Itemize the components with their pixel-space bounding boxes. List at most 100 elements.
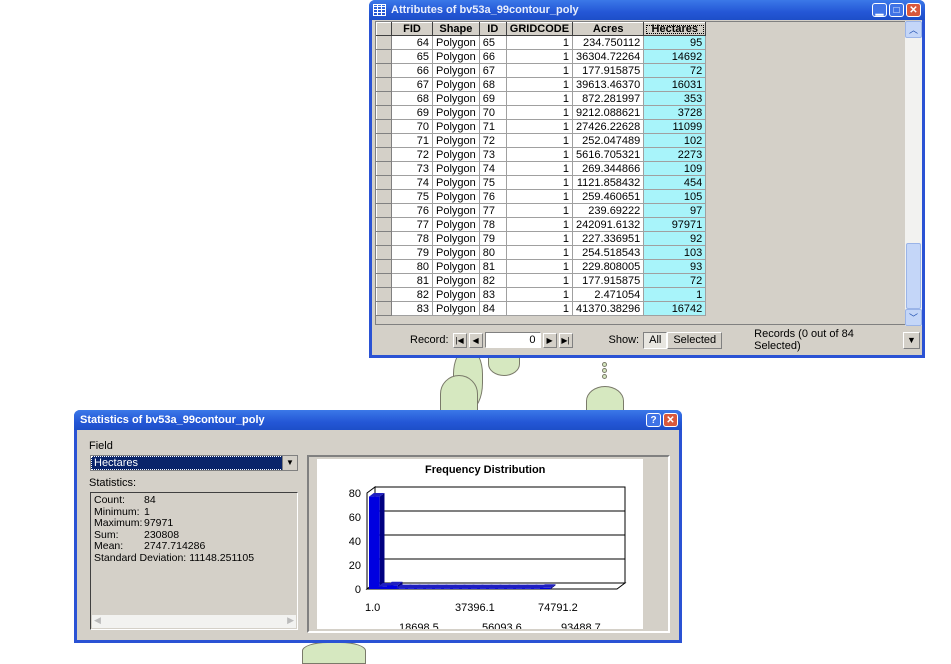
cell-shape[interactable]: Polygon	[432, 147, 480, 162]
table-row[interactable]: 70 Polygon 71 1 27426.22628 11099	[376, 119, 707, 134]
table-row[interactable]: 65 Polygon 66 1 36304.72264 14692	[376, 49, 707, 64]
cell-shape[interactable]: Polygon	[432, 161, 480, 176]
cell-acres[interactable]: 177.915875	[572, 63, 645, 78]
cell-gridcode[interactable]: 1	[505, 175, 574, 190]
cell-acres[interactable]: 41370.38296	[572, 301, 645, 316]
table-row[interactable]: 76 Polygon 77 1 239.69222 97	[376, 203, 707, 218]
statistics-textbox[interactable]: Count: 84 Minimum: 1 Maximum: 97971 Sum: 230808…	[90, 492, 298, 630]
row-selector[interactable]	[376, 189, 392, 204]
cell-id[interactable]: 76	[478, 189, 507, 204]
cell-acres[interactable]: 229.808005	[572, 259, 645, 274]
record-number-input[interactable]: 0	[484, 332, 541, 348]
cell-gridcode[interactable]: 1	[505, 77, 574, 92]
cell-id[interactable]: 79	[478, 231, 507, 246]
cell-shape[interactable]: Polygon	[432, 133, 480, 148]
cell-gridcode[interactable]: 1	[505, 91, 574, 106]
table-row[interactable]: 79 Polygon 80 1 254.518543 103	[376, 245, 707, 260]
cell-hectares[interactable]: 109	[643, 161, 707, 176]
cell-id[interactable]: 74	[478, 161, 507, 176]
cell-fid[interactable]: 74	[391, 175, 433, 190]
table-row[interactable]: 81 Polygon 82 1 177.915875 72	[376, 273, 707, 288]
cell-fid[interactable]: 67	[391, 77, 433, 92]
cell-hectares[interactable]: 16742	[643, 301, 707, 316]
table-row[interactable]: 78 Polygon 79 1 227.336951 92	[376, 231, 707, 246]
cell-shape[interactable]: Polygon	[432, 189, 480, 204]
cell-gridcode[interactable]: 1	[505, 133, 574, 148]
cell-shape[interactable]: Polygon	[432, 105, 480, 120]
cell-shape[interactable]: Polygon	[432, 35, 480, 50]
cell-fid[interactable]: 80	[391, 259, 433, 274]
show-selected-button[interactable]: Selected	[667, 331, 723, 349]
statistics-titlebar[interactable]: Statistics of bv53a_99contour_poly ? ✕	[74, 410, 682, 430]
row-selector[interactable]	[376, 203, 392, 218]
row-selector[interactable]	[376, 77, 392, 92]
table-row[interactable]: 77 Polygon 78 1 242091.6132 97971	[376, 217, 707, 232]
cell-id[interactable]: 80	[478, 245, 507, 260]
cell-shape[interactable]: Polygon	[432, 301, 480, 316]
row-selector[interactable]	[376, 301, 392, 316]
cell-shape[interactable]: Polygon	[432, 119, 480, 134]
cell-fid[interactable]: 75	[391, 189, 433, 204]
first-record-button[interactable]: |◀	[452, 332, 467, 348]
table-row[interactable]: 72 Polygon 73 1 5616.705321 2273	[376, 147, 707, 162]
cell-gridcode[interactable]: 1	[505, 147, 574, 162]
cell-shape[interactable]: Polygon	[432, 91, 480, 106]
field-dropdown[interactable]: Hectares ▼	[90, 455, 298, 471]
table-row[interactable]: 66 Polygon 67 1 177.915875 72	[376, 63, 707, 78]
cell-shape[interactable]: Polygon	[432, 245, 480, 260]
scroll-right-icon[interactable]: ▶	[287, 615, 294, 627]
column-header-shape[interactable]: Shape	[432, 22, 480, 36]
cell-id[interactable]: 75	[478, 175, 507, 190]
column-header-id[interactable]: ID	[478, 22, 507, 36]
cell-gridcode[interactable]: 1	[505, 35, 574, 50]
cell-id[interactable]: 78	[478, 217, 507, 232]
row-selector[interactable]	[376, 245, 392, 260]
table-row[interactable]: 82 Polygon 83 1 2.471054 1	[376, 287, 707, 302]
previous-record-button[interactable]: ◀	[468, 332, 483, 348]
cell-hectares[interactable]: 92	[643, 231, 707, 246]
cell-gridcode[interactable]: 1	[505, 49, 574, 64]
cell-acres[interactable]: 1121.858432	[572, 175, 645, 190]
chevron-down-icon[interactable]: ▼	[282, 456, 297, 470]
cell-gridcode[interactable]: 1	[505, 245, 574, 260]
cell-id[interactable]: 68	[478, 77, 507, 92]
cell-shape[interactable]: Polygon	[432, 231, 480, 246]
cell-acres[interactable]: 227.336951	[572, 231, 645, 246]
cell-hectares[interactable]: 454	[643, 175, 707, 190]
table-row[interactable]: 64 Polygon 65 1 234.750112 95	[376, 35, 707, 50]
cell-hectares[interactable]: 102	[643, 133, 707, 148]
cell-shape[interactable]: Polygon	[432, 203, 480, 218]
minimize-button[interactable]: ▁	[872, 3, 887, 17]
table-row[interactable]: 68 Polygon 69 1 872.281997 353	[376, 91, 707, 106]
column-header-hectares[interactable]: Hectares	[643, 22, 707, 36]
table-row[interactable]: 71 Polygon 72 1 252.047489 102	[376, 133, 707, 148]
cell-gridcode[interactable]: 1	[505, 203, 574, 218]
row-selector[interactable]	[376, 273, 392, 288]
cell-hectares[interactable]: 97971	[643, 217, 707, 232]
cell-acres[interactable]: 36304.72264	[572, 49, 645, 64]
row-selector[interactable]	[376, 119, 392, 134]
scroll-up-button[interactable]: ︿	[905, 21, 922, 38]
vertical-scrollbar[interactable]: ︿ ﹀	[905, 21, 922, 326]
show-all-button[interactable]: All	[643, 331, 668, 349]
cell-fid[interactable]: 76	[391, 203, 433, 218]
cell-fid[interactable]: 82	[391, 287, 433, 302]
row-selector[interactable]	[376, 35, 392, 50]
cell-fid[interactable]: 68	[391, 91, 433, 106]
cell-gridcode[interactable]: 1	[505, 105, 574, 120]
cell-shape[interactable]: Polygon	[432, 259, 480, 274]
cell-hectares[interactable]: 1	[643, 287, 707, 302]
cell-gridcode[interactable]: 1	[505, 259, 574, 274]
column-header-acres[interactable]: Acres	[572, 22, 645, 36]
row-selector[interactable]	[376, 49, 392, 64]
cell-gridcode[interactable]: 1	[505, 273, 574, 288]
scroll-thumb[interactable]	[906, 243, 921, 309]
cell-gridcode[interactable]: 1	[505, 63, 574, 78]
cell-id[interactable]: 83	[478, 287, 507, 302]
cell-acres[interactable]: 872.281997	[572, 91, 645, 106]
cell-id[interactable]: 66	[478, 49, 507, 64]
cell-fid[interactable]: 71	[391, 133, 433, 148]
cell-fid[interactable]: 78	[391, 231, 433, 246]
cell-id[interactable]: 72	[478, 133, 507, 148]
cell-acres[interactable]: 39613.46370	[572, 77, 645, 92]
